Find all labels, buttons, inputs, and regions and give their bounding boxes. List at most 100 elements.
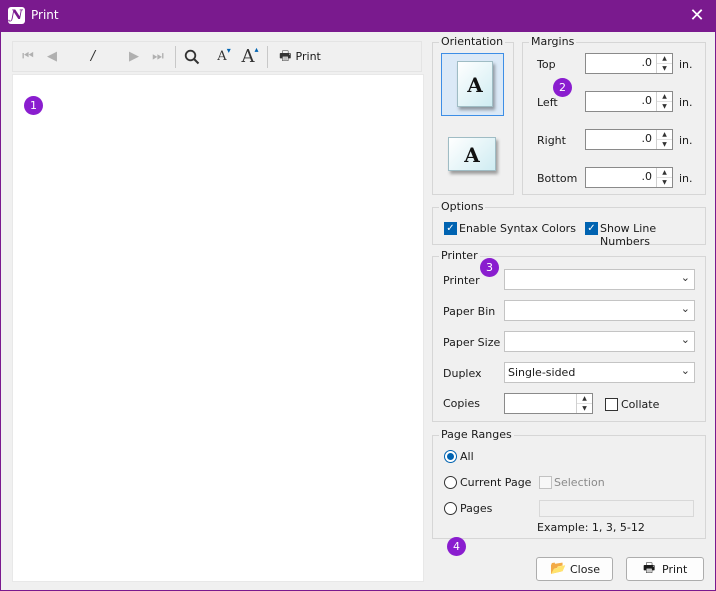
page-separator: / [90,49,96,64]
portrait-letter: A [467,73,483,97]
spin-down-icon[interactable]: ▼ [657,101,672,110]
printer-select[interactable]: ⌄ [504,269,695,290]
collate-label[interactable]: Collate [621,398,659,411]
selection-label: Selection [554,476,605,489]
margin-top-unit: in. [679,58,693,71]
close-icon[interactable]: ✕ [686,5,708,27]
margin-left-value: .0 [641,94,653,107]
margin-left-input[interactable]: .0 ▲ ▼ [585,91,673,112]
pages-radio[interactable] [444,502,457,515]
paper-bin-select[interactable]: ⌄ [504,300,695,321]
margin-right-spinner[interactable]: ▲ ▼ [656,130,672,149]
chevron-down-icon: ⌄ [680,271,690,284]
page-ranges-group: Page Ranges All Current Page Selection P… [432,428,706,539]
last-page-icon[interactable]: ⏭ [147,42,169,71]
toolbar-separator [175,46,176,68]
syntax-colors-checkbox[interactable]: ✓ [444,222,457,235]
duplex-label: Duplex [443,367,482,380]
badge-1: 1 [24,96,43,115]
paper-bin-label: Paper Bin [443,305,496,318]
toolbar-print-button[interactable]: 🖶 Print [275,42,325,71]
options-title: Options [439,200,486,213]
folder-close-icon: 📂 [550,561,567,576]
badge-4: 4 [447,537,466,556]
landscape-page-icon: A [448,137,496,171]
line-numbers-checkbox[interactable]: ✓ [585,222,598,235]
copies-label: Copies [443,397,480,410]
first-page-icon[interactable]: ⏮ [17,42,39,71]
margin-right-value: .0 [641,132,653,145]
margins-group: Margins 2 Top .0 ▲ ▼ in. Left .0 ▲ ▼ in. [522,35,706,195]
duplex-select[interactable]: Single-sided ⌄ [504,362,695,383]
search-icon[interactable] [181,42,203,71]
spin-down-icon[interactable]: ▼ [657,139,672,148]
paper-size-select[interactable]: ⌄ [504,331,695,352]
printer-group: Printer 3 Printer ⌄ Paper Bin ⌄ Paper Si… [432,249,706,422]
print-preview-area[interactable]: 1 [12,74,424,582]
spin-up-icon[interactable]: ▲ [577,394,592,403]
margin-right-label: Right [537,134,566,147]
spin-up-icon[interactable]: ▲ [657,54,672,63]
chevron-down-icon: ⌄ [680,333,690,346]
pages-label[interactable]: Pages [460,502,492,515]
current-page-radio[interactable] [444,476,457,489]
chevron-down-icon: ⌄ [680,302,690,315]
spin-down-icon[interactable]: ▼ [577,403,592,412]
margin-right-input[interactable]: .0 ▲ ▼ [585,129,673,150]
badge-2: 2 [553,78,572,97]
spin-up-icon[interactable]: ▲ [657,92,672,101]
margin-bottom-input[interactable]: .0 ▲ ▼ [585,167,673,188]
spin-up-icon[interactable]: ▲ [657,168,672,177]
close-button[interactable]: 📂 Close [536,557,613,581]
font-increase-icon[interactable]: A▴ [237,42,263,71]
printer-icon: 🖶 [643,561,656,576]
selection-checkbox[interactable] [539,476,552,489]
landscape-button[interactable]: A [441,123,504,186]
options-group: Options ✓ Enable Syntax Colors ✓ Show Li… [432,200,706,248]
margin-left-spinner[interactable]: ▲ ▼ [656,92,672,111]
margin-top-input[interactable]: .0 ▲ ▼ [585,53,673,74]
close-button-label: Close [570,563,600,576]
pages-input[interactable] [539,500,694,517]
margin-bottom-unit: in. [679,172,693,185]
app-logo-icon: Ɲ [8,7,25,24]
title-bar[interactable]: Ɲ Print ✕ [0,0,716,32]
pages-example-text: Example: 1, 3, 5-12 [537,521,645,534]
spin-down-icon[interactable]: ▼ [657,177,672,186]
printer-label: Printer [443,274,480,287]
spin-up-icon[interactable]: ▲ [657,130,672,139]
printer-icon: 🖶 [279,49,292,64]
duplex-value: Single-sided [508,366,576,379]
margin-left-label: Left [537,96,558,109]
next-page-icon[interactable]: ▶ [123,42,145,71]
page-ranges-title: Page Ranges [439,428,514,441]
toolbar-print-label: Print [295,50,321,63]
copies-spinner[interactable]: ▲ ▼ [576,394,592,413]
orientation-title: Orientation [439,35,506,48]
all-pages-radio[interactable] [444,450,457,463]
line-numbers-label[interactable]: Show Line Numbers [600,222,705,248]
font-decrease-icon[interactable]: A▾ [213,42,235,71]
margin-left-unit: in. [679,96,693,109]
spin-down-icon[interactable]: ▼ [657,63,672,72]
syntax-colors-label[interactable]: Enable Syntax Colors [459,222,576,235]
print-button-label: Print [662,563,688,576]
margin-top-spinner[interactable]: ▲ ▼ [656,54,672,73]
prev-page-icon[interactable]: ◀ [41,42,63,71]
margin-bottom-value: .0 [641,170,653,183]
copies-input[interactable]: ▲ ▼ [504,393,593,414]
margin-top-value: .0 [641,56,653,69]
portrait-button[interactable]: A [441,53,504,116]
margin-right-unit: in. [679,134,693,147]
print-button[interactable]: 🖶 Print [626,557,704,581]
paper-size-label: Paper Size [443,336,501,349]
landscape-letter: A [464,143,480,167]
margin-bottom-label: Bottom [537,172,578,185]
current-page-label[interactable]: Current Page [460,476,531,489]
window-title: Print [31,8,59,22]
toolbar-separator [267,46,268,68]
all-pages-label[interactable]: All [460,450,474,463]
margin-bottom-spinner[interactable]: ▲ ▼ [656,168,672,187]
collate-checkbox[interactable] [605,398,618,411]
preview-toolbar: ⏮ ◀ / ▶ ⏭ A▾ A▴ 🖶 Print [12,41,422,72]
